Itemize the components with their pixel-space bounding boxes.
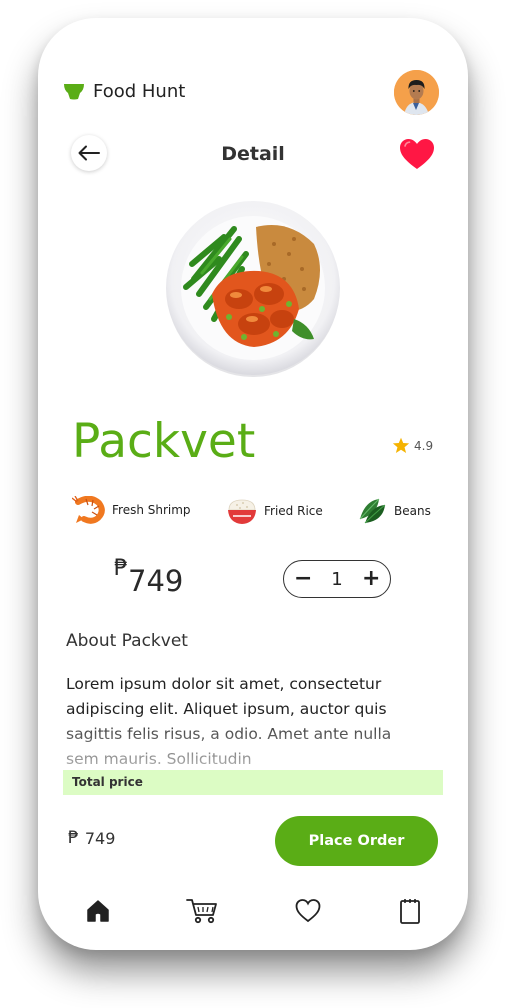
heart-outline-icon[interactable] xyxy=(295,898,321,924)
increase-button[interactable]: + xyxy=(362,568,380,590)
bowl-icon xyxy=(64,84,84,100)
rice-bowl-icon xyxy=(228,499,256,524)
currency-symbol: ₱ xyxy=(114,556,128,581)
ingredient-item: Beans xyxy=(357,497,431,525)
phone-frame: Food Hunt Detail Packvet 4.9 Fresh Shrim… xyxy=(38,18,468,950)
rating: 4.9 xyxy=(392,437,433,454)
total-price-value: 749 xyxy=(84,828,116,848)
about-description: Lorem ipsum dolor sit amet, consectetur … xyxy=(66,675,392,768)
user-avatar-icon xyxy=(394,70,439,115)
quantity-value: 1 xyxy=(331,568,343,590)
favorite-heart-icon[interactable] xyxy=(399,138,435,170)
rating-value: 4.9 xyxy=(414,438,434,453)
shrimp-icon xyxy=(72,496,105,524)
ingredient-item: Fresh Shrimp xyxy=(72,496,191,524)
app-name: Food Hunt xyxy=(93,81,186,102)
ingredient-label: Beans xyxy=(394,504,431,518)
quantity-stepper: − 1 + xyxy=(283,560,391,598)
ingredient-label: Fresh Shrimp xyxy=(112,503,191,517)
cart-icon[interactable] xyxy=(186,898,218,924)
home-icon[interactable] xyxy=(85,898,111,924)
total-price: ₱ 749 xyxy=(68,828,115,848)
food-plate-image xyxy=(166,201,340,377)
decrease-button[interactable]: − xyxy=(294,568,312,590)
item-price: ₱ 749 xyxy=(114,556,184,599)
currency-symbol: ₱ xyxy=(68,828,79,848)
about-title: About Packvet xyxy=(66,631,188,651)
ingredient-label: Fried Rice xyxy=(264,504,323,518)
notepad-icon[interactable] xyxy=(397,898,423,924)
beans-icon xyxy=(359,498,386,524)
place-order-button[interactable]: Place Order xyxy=(275,816,438,866)
star-icon xyxy=(392,437,410,453)
food-name: Packvet xyxy=(72,414,256,469)
ingredient-item: Fried Rice xyxy=(227,497,323,525)
total-price-label: Total price xyxy=(72,775,143,789)
price-value: 749 xyxy=(128,564,184,598)
avatar[interactable] xyxy=(394,70,439,115)
